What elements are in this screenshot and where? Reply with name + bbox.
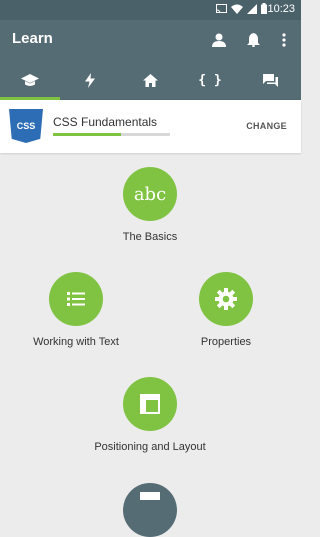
course-card: CSS CSS Fundamentals CHANGE (0, 100, 301, 153)
lesson-title: Properties (200, 336, 252, 348)
app-bar: Learn (0, 20, 301, 60)
profile-icon[interactable] (207, 28, 231, 52)
page-title: Learn (12, 30, 53, 47)
graduation-cap-icon (21, 73, 39, 86)
lesson-icon-circle[interactable] (199, 272, 253, 326)
course-badge: CSS (9, 109, 43, 143)
code-braces-icon: { } (198, 72, 222, 88)
lesson-title: The Basics (122, 231, 178, 243)
course-progress-fill (53, 133, 121, 136)
tab-learn[interactable] (0, 60, 60, 100)
home-icon (142, 73, 158, 87)
course-title: CSS Fundamentals (53, 115, 158, 129)
layout-icon (140, 394, 160, 414)
status-time: 10:23 (267, 3, 295, 15)
tab-bar: { } (0, 60, 301, 100)
gear-icon (215, 288, 237, 310)
tab-code[interactable]: { } (180, 60, 240, 100)
status-bar: 10:23 (0, 0, 301, 20)
tab-home[interactable] (120, 60, 180, 100)
lesson-icon-circle[interactable] (123, 377, 177, 431)
tab-quick[interactable] (60, 60, 120, 100)
battery-icon (261, 3, 267, 14)
tab-discuss[interactable] (240, 60, 300, 100)
wifi-icon (231, 4, 243, 14)
next-lesson-icon (140, 492, 160, 500)
status-icons (216, 3, 267, 14)
more-icon[interactable] (272, 28, 296, 52)
chat-icon (262, 73, 278, 87)
lesson-title: Positioning and Layout (94, 441, 206, 453)
lesson-properties[interactable]: Properties (136, 272, 316, 348)
course-progress-bar (53, 133, 170, 136)
lesson-icon-circle[interactable]: abc (123, 167, 177, 221)
next-lesson-circle[interactable] (123, 483, 177, 537)
notifications-icon[interactable] (241, 28, 265, 52)
lightning-icon (85, 72, 95, 88)
lesson-icon-circle[interactable] (49, 272, 103, 326)
signal-icon (247, 3, 257, 14)
lesson-the-basics[interactable]: abc The Basics (60, 167, 240, 243)
cast-icon (216, 3, 227, 13)
lesson-positioning-and-layout[interactable]: Positioning and Layout (60, 377, 240, 453)
list-icon (67, 292, 85, 306)
change-course-button[interactable]: CHANGE (246, 121, 287, 131)
abc-icon: abc (133, 183, 167, 205)
